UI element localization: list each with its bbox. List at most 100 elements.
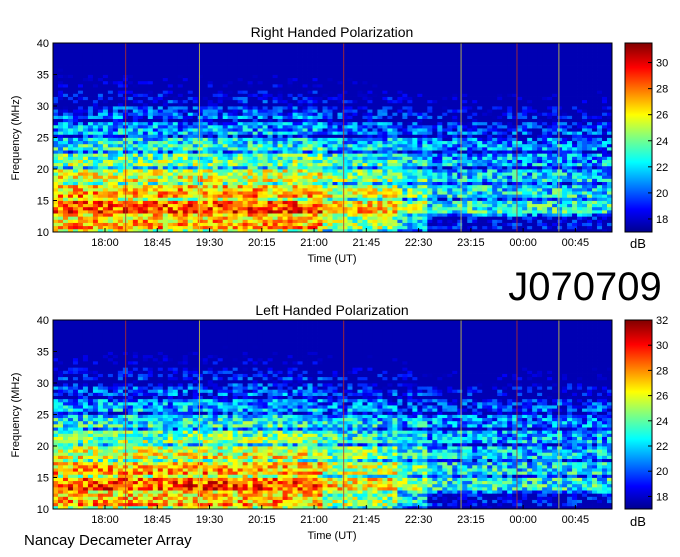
spectrogram-cell (57, 65, 64, 69)
spectrogram-cell (397, 128, 403, 132)
spectrogram-cell (337, 87, 343, 91)
spectrogram-cell (222, 194, 229, 198)
spectrogram-cell (337, 140, 343, 145)
spectrogram-cell (162, 121, 169, 126)
spectrogram-cell (227, 49, 234, 53)
spectrogram-cell (437, 194, 443, 198)
spectrogram-cell (53, 181, 59, 186)
spectrogram-cell (207, 121, 214, 126)
spectrogram-cell (107, 58, 114, 63)
spectrogram-cell (327, 96, 333, 101)
spectrogram-cell (402, 99, 408, 104)
spectrogram-cell (192, 140, 199, 145)
spectrogram-cell (162, 93, 169, 97)
spectrogram-cell (187, 203, 194, 208)
spectrogram-cell (307, 118, 313, 123)
spectrogram-cell (192, 216, 199, 220)
spectrogram-cell (237, 128, 244, 132)
spectrogram-cell (332, 74, 338, 79)
spectrogram-cell (117, 121, 124, 126)
spectrogram-cell (402, 222, 408, 227)
spectrogram-cell (402, 118, 408, 123)
spectrogram-cell (352, 219, 358, 223)
spectrogram-cell (167, 150, 174, 154)
spectrogram-cell (292, 216, 298, 220)
spectrogram-cell (292, 187, 298, 192)
spectrogram-cell (407, 140, 413, 145)
spectrogram-cell (302, 146, 308, 151)
spectrogram-cell (112, 118, 119, 123)
spectrogram-cell (442, 153, 448, 157)
spectrogram-cell (432, 134, 438, 138)
spectrogram-cell (442, 58, 448, 63)
spectrogram-cell (412, 146, 418, 151)
spectrogram-cell (92, 178, 99, 182)
spectrogram-cell (452, 87, 458, 91)
spectrogram-cell (102, 112, 109, 116)
spectrogram-cell (137, 216, 144, 220)
spectrogram-cell (232, 80, 239, 85)
spectrogram-cell (452, 102, 458, 107)
spectrogram-cell (332, 153, 338, 157)
spectrogram-cell (307, 71, 313, 75)
spectrogram-cell (367, 209, 373, 214)
spectrogram-cell (402, 68, 408, 72)
spectrogram-cell (307, 68, 313, 72)
spectrogram-cell (457, 137, 463, 142)
spectrogram-cell (247, 165, 254, 170)
spectrogram-cell (277, 203, 283, 208)
spectrogram-cell (127, 109, 134, 113)
spectrogram-cell (397, 77, 403, 82)
spectrogram-cell (287, 219, 293, 223)
spectrogram-cell (332, 206, 338, 211)
spectrogram-cell (197, 181, 204, 186)
spectrogram-cell (107, 80, 114, 85)
spectrogram-cell (117, 43, 124, 47)
spectrogram-cell (242, 71, 249, 75)
spectrogram-cell (432, 121, 438, 126)
spectrogram-cell (107, 71, 114, 75)
spectrogram-cell (117, 134, 124, 138)
spectrogram-cell (287, 83, 293, 88)
spectrogram-cell (332, 52, 338, 56)
spectrogram-cell (307, 109, 313, 113)
spectrogram-cell (157, 159, 164, 164)
spectrogram-cell (82, 181, 89, 186)
spectrogram-cell (102, 216, 109, 220)
spectrogram-cell (467, 197, 473, 201)
spectrogram-cell (142, 71, 149, 75)
spectrogram-cell (462, 181, 468, 186)
spectrogram-cell (277, 181, 283, 186)
spectrogram-cell (207, 55, 214, 60)
spectrogram-cell (397, 134, 403, 138)
spectrogram-cell (412, 219, 418, 223)
spectrogram-cell (182, 71, 189, 75)
spectrogram-cell (217, 93, 224, 97)
spectrogram-cell (252, 216, 259, 220)
spectrogram-cell (232, 115, 239, 119)
spectrogram-cell (222, 124, 229, 129)
spectrogram-cell (162, 175, 169, 179)
spectrogram-cell (322, 153, 328, 157)
spectrogram-cell (207, 87, 214, 91)
spectrogram-cell (272, 55, 278, 60)
spectrogram-cell (87, 55, 94, 60)
spectrogram-cell (107, 77, 114, 82)
spectrogram-cell (372, 209, 378, 214)
spectrogram-cell (147, 55, 154, 60)
spectrogram-cell (297, 222, 303, 227)
spectrogram-cell (312, 153, 318, 157)
spectrogram-cell (402, 106, 408, 110)
spectrogram-cell (137, 55, 144, 60)
spectrogram-cell (277, 172, 283, 176)
spectrogram-cell (437, 178, 443, 182)
spectrogram-cell (437, 115, 443, 119)
spectrogram-cell (242, 128, 249, 132)
spectrogram-cell (117, 172, 124, 176)
spectrogram-cell (197, 222, 204, 227)
spectrogram-cell (292, 222, 298, 227)
spectrogram-cell (292, 200, 298, 205)
spectrogram-cell (297, 52, 303, 56)
spectrogram-cell (347, 143, 353, 148)
spectrogram-cell (267, 150, 274, 154)
